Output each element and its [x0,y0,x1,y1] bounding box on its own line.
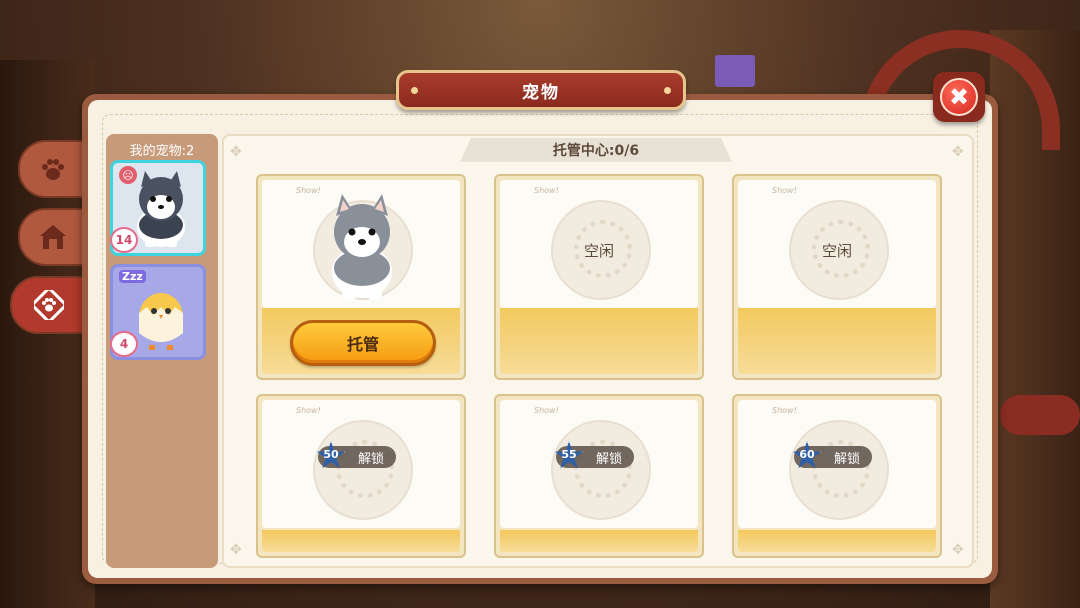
show-watermark: Show! [296,406,321,415]
tab-daycare[interactable] [10,276,88,334]
sleeping-icon: Zzz [119,270,146,283]
unlock-level: 60 [799,448,815,461]
page-title: 宠物 [522,82,560,103]
daycare-slot-6[interactable]: Show! 解锁 60 [732,394,942,558]
pet-list-label: 我的宠物:2 [129,144,195,159]
pet-level-badge: 4 [110,331,138,357]
show-watermark: Show! [534,186,559,195]
pet-list: 我的宠物:2 ☹ 14 Zzz 4 [106,134,218,568]
close-button[interactable]: ✖ [933,72,985,122]
slot-footer [500,308,698,374]
daycare-button[interactable]: 托管 [290,320,436,366]
slot-footer [262,530,460,552]
daycare-header: 托管中心:0/6 [460,138,732,162]
pet-card-husky[interactable]: ☹ 14 [110,160,206,256]
daycare-slot-3[interactable]: Show! 空闲 [732,174,942,380]
slot-footer [738,530,936,552]
pet-card-chick[interactable]: Zzz 4 [110,264,206,360]
close-icon: ✖ [940,78,978,116]
daycare-slot-1[interactable]: Show! 托管 [256,174,466,380]
daycare-slot-2[interactable]: Show! 空闲 [494,174,704,380]
pet-level-badge: 14 [110,227,138,253]
paw-icon [42,159,64,180]
corner-decoration: ✥ [230,542,242,558]
corner-decoration: ✥ [230,144,242,160]
slot-status: 空闲 [821,242,852,260]
unlock-level: 55 [561,448,577,461]
background-gift-box [715,55,755,87]
corner-decoration: ✥ [952,144,964,160]
rivet-decoration [411,87,418,94]
tab-pets[interactable] [18,140,88,198]
unlock-level: 50 [323,448,339,461]
show-watermark: Show! [534,406,559,415]
rivet-decoration [664,87,671,94]
husky-portrait [332,194,392,300]
tab-pet-house[interactable] [18,208,88,266]
slot-status: 空闲 [583,242,614,260]
sad-icon: ☹ [119,166,137,184]
daycare-slot-5[interactable]: Show! 解锁 55 [494,394,704,558]
title-banner: 宠物 [396,70,686,110]
daycare-slot-4[interactable]: Show! 解锁 50 [256,394,466,558]
show-watermark: Show! [772,186,797,195]
slot-footer [500,530,698,552]
show-watermark: Show! [772,406,797,415]
slot-footer [738,308,936,374]
background-stool [1000,395,1080,435]
paw-ticket-icon [34,290,64,320]
house-icon [40,225,66,249]
corner-decoration: ✥ [952,542,964,558]
